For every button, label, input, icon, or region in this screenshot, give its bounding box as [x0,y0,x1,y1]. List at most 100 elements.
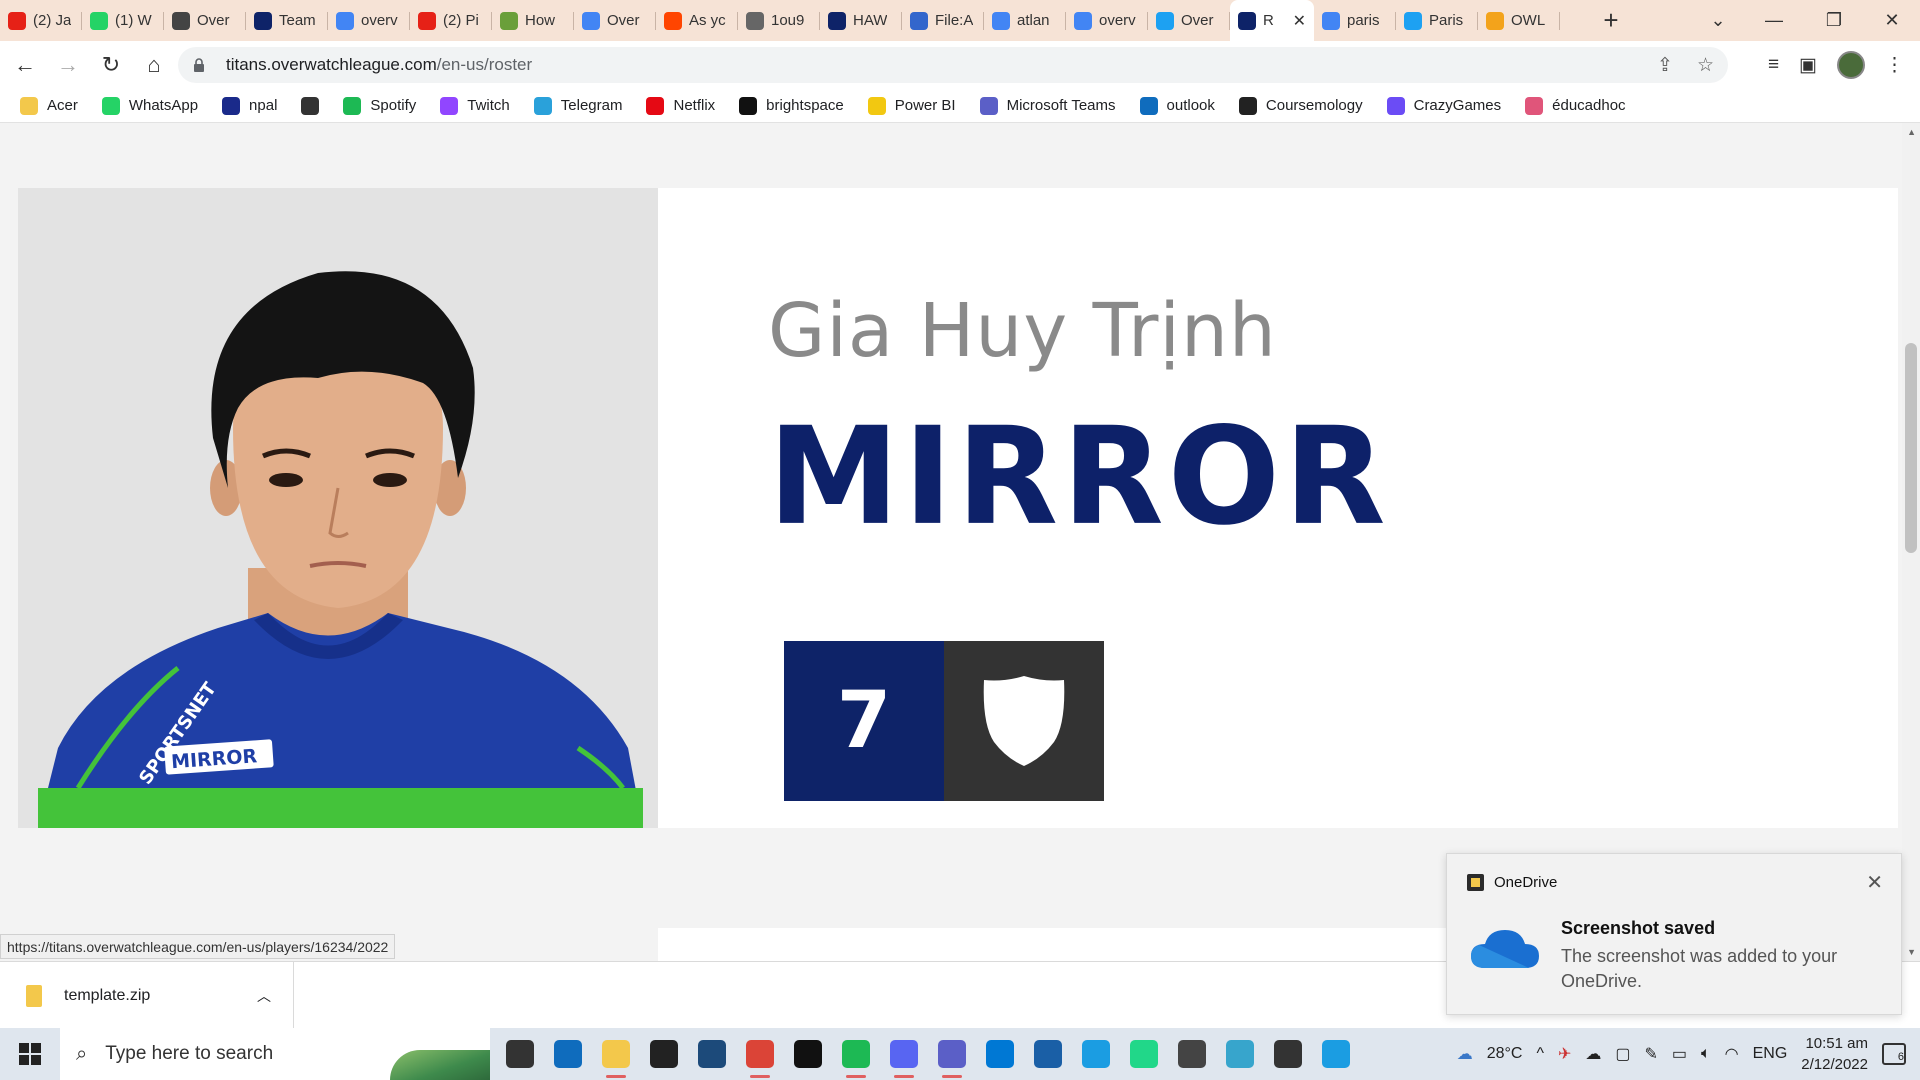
taskbar-app[interactable] [640,1028,688,1080]
taskbar-app[interactable] [544,1028,592,1080]
profile-avatar[interactable] [1837,51,1865,79]
chevron-up-icon[interactable]: ^ [1536,1045,1544,1063]
bookmark-item[interactable]: Twitch [440,96,510,115]
browser-tab[interactable]: (2) Pi [410,0,492,41]
close-icon[interactable]: ✕ [1866,870,1883,895]
bookmark-item[interactable]: CrazyGames [1386,96,1501,115]
bookmark-item[interactable]: Power BI [867,96,956,115]
pen-icon[interactable]: ✎ [1644,1044,1657,1064]
side-panel-icon[interactable]: ▣ [1799,54,1817,77]
wifi-icon[interactable]: ◠ [1725,1044,1739,1064]
browser-tab[interactable]: Over [164,0,246,41]
browser-tab[interactable]: (1) W [82,0,164,41]
bookmark-item[interactable]: npal [222,96,277,115]
browser-tab[interactable]: HAW [820,0,902,41]
taskbar-app[interactable] [496,1028,544,1080]
language-indicator[interactable]: ENG [1753,1045,1788,1063]
bookmark-item[interactable] [301,96,320,115]
download-item[interactable]: template.zip ︿ [0,962,294,1029]
taskbar-app[interactable] [1120,1028,1168,1080]
google-icon [336,11,354,30]
browser-tab[interactable]: Paris [1396,0,1478,41]
share-icon[interactable]: ⇪ [1657,54,1673,77]
weather-icon[interactable]: ☁ [1457,1044,1473,1064]
browser-tab[interactable]: Team [246,0,328,41]
browser-tab[interactable]: 1ou9 [738,0,820,41]
browser-tab[interactable]: How [492,0,574,41]
onedrive-tray-icon[interactable]: ☁ [1585,1044,1601,1064]
taskbar-app[interactable] [928,1028,976,1080]
browser-tab[interactable]: atlan [984,0,1066,41]
taskbar-app[interactable] [1168,1028,1216,1080]
scroll-up-arrow-icon[interactable]: ▲ [1907,127,1916,137]
address-bar[interactable]: titans.overwatchleague.com/en-us/roster … [178,47,1728,83]
browser-tab[interactable]: Over [574,0,656,41]
clock[interactable]: 10:51 am 2/12/2022 [1801,1033,1868,1075]
reload-icon[interactable]: ↻ [93,47,129,83]
volume-icon[interactable]: 🔈︎ [1701,1045,1711,1063]
taskbar-app[interactable] [1072,1028,1120,1080]
taskbar-app[interactable] [784,1028,832,1080]
bookmark-item[interactable]: Acer [20,96,78,115]
home-icon[interactable]: ⌂ [136,47,172,83]
notification-center-icon[interactable]: 6 [1882,1043,1906,1065]
support-shield-icon [944,641,1104,801]
browser-tab[interactable]: R ✕ [1230,0,1314,41]
scrollbar-thumb[interactable] [1905,343,1917,553]
media-control-icon[interactable]: ≡ [1768,54,1779,76]
browser-tab[interactable]: (2) Ja [0,0,82,41]
forward-icon[interactable]: → [50,47,86,83]
browser-tab[interactable]: overv [1066,0,1148,41]
device-icon[interactable]: ▢ [1615,1044,1630,1064]
toast-body: The screenshot was added to your OneDriv… [1561,946,1838,991]
bookmark-star-icon[interactable]: ☆ [1697,54,1714,77]
menu-icon[interactable]: ⋮ [1885,54,1904,77]
taskbar-app[interactable] [1024,1028,1072,1080]
onedrive-notification[interactable]: OneDrive ✕ Screenshot saved The screensh… [1446,853,1902,1015]
taskbar-app[interactable] [688,1028,736,1080]
new-tab-button[interactable]: + [1591,0,1631,41]
windows-logo-icon [19,1043,41,1065]
back-icon[interactable]: ← [7,47,43,83]
battery-icon[interactable]: ▭ [1672,1044,1687,1064]
close-tab-icon[interactable]: ✕ [1293,11,1306,31]
bookmark-item[interactable]: Microsoft Teams [979,96,1116,115]
close-window-button[interactable]: ✕ [1864,0,1920,41]
educadhoc-icon [1525,96,1544,115]
taskbar-app[interactable] [976,1028,1024,1080]
bookmark-item[interactable]: Telegram [533,96,622,115]
vpn-icon[interactable]: ✈ [1558,1044,1571,1064]
browser-tab[interactable]: paris [1314,0,1396,41]
bookmark-item[interactable]: éducadhoc [1525,96,1626,115]
start-button[interactable] [0,1028,60,1080]
bookmark-item[interactable]: WhatsApp [101,96,198,115]
browser-tab[interactable]: File:A [902,0,984,41]
bookmark-item[interactable]: Netflix [646,96,715,115]
browser-tab[interactable]: overv [328,0,410,41]
weather-temp[interactable]: 28°C [1487,1045,1523,1063]
bookmark-item[interactable]: Coursemology [1238,96,1363,115]
lock-icon[interactable] [192,57,206,73]
browser-tab[interactable]: As yc [656,0,738,41]
bookmark-item[interactable]: outlook [1139,96,1215,115]
taskbar-app[interactable] [1312,1028,1360,1080]
taskbar-app[interactable] [832,1028,880,1080]
minimize-button[interactable]: — [1746,0,1802,41]
page-scrollbar[interactable]: ▲ ▼ [1902,123,1920,961]
url-text[interactable]: titans.overwatchleague.com/en-us/roster [226,55,532,75]
browser-tab[interactable]: OWL [1478,0,1560,41]
taskbar-app[interactable] [1264,1028,1312,1080]
taskbar-app[interactable] [592,1028,640,1080]
taskbar-app[interactable] [880,1028,928,1080]
browser-tab[interactable]: Over [1148,0,1230,41]
tab-search-button[interactable]: ⌄ [1690,0,1746,41]
bookmark-item[interactable]: brightspace [739,96,844,115]
taskbar-app[interactable] [1216,1028,1264,1080]
taskbar-app[interactable] [736,1028,784,1080]
chevron-up-icon[interactable]: ︿ [257,986,271,1006]
bookmark-item[interactable]: Spotify [343,96,416,115]
scroll-down-arrow-icon[interactable]: ▼ [1907,947,1916,957]
mail-icon [554,1040,582,1068]
restore-button[interactable]: ❐ [1806,0,1862,41]
taskbar-search-box[interactable]: ⌕ Type here to search [60,1028,490,1080]
